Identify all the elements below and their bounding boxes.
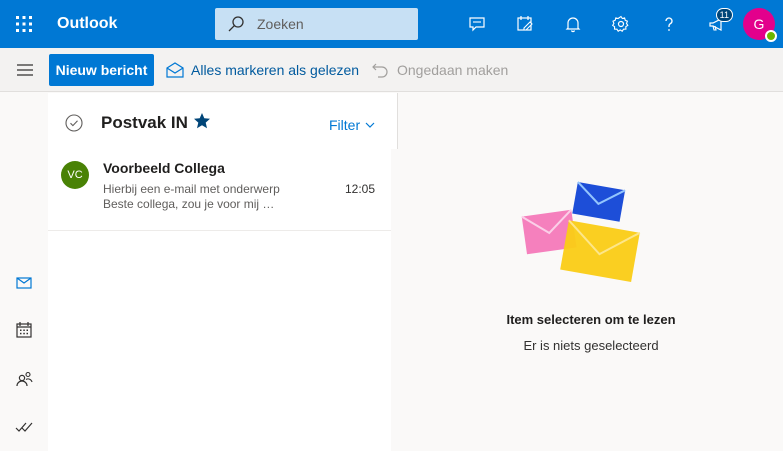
top-bar: Outlook Zoeken 11 G	[0, 0, 783, 48]
search-icon	[228, 16, 244, 32]
presence-indicator	[765, 30, 777, 42]
waffle-icon	[16, 16, 32, 32]
notification-badge: 11	[715, 8, 733, 22]
settings-icon	[612, 15, 629, 32]
app-rail	[0, 93, 48, 451]
chat-button[interactable]	[453, 0, 501, 48]
rail-calendar-button[interactable]	[0, 310, 48, 350]
reading-pane: Item selecteren om te lezen Er is niets …	[399, 93, 783, 451]
folder-title: Postvak IN	[101, 113, 188, 132]
command-bar: Nieuw bericht Alles markeren als gelezen…	[0, 48, 783, 92]
sender-avatar: VC	[61, 161, 89, 189]
search-placeholder[interactable]: Zoeken	[257, 16, 304, 32]
help-icon	[665, 17, 673, 31]
mark-all-read-button[interactable]: Alles markeren als gelezen	[166, 60, 359, 80]
reading-pane-title: Item selecteren om te lezen	[506, 312, 676, 327]
settings-button[interactable]	[597, 0, 645, 48]
undo-label: Ongedaan maken	[397, 62, 509, 78]
filter-label: Filter	[329, 117, 361, 133]
help-button[interactable]	[645, 0, 693, 48]
todo-icon	[517, 16, 533, 31]
envelope-open-icon	[166, 62, 184, 78]
calendar-icon	[16, 322, 32, 338]
chat-icon	[469, 17, 485, 32]
scrollbar[interactable]	[391, 149, 398, 451]
avatar-initial: G	[753, 16, 765, 32]
sender-name: Voorbeeld Collega	[103, 160, 225, 176]
list-item[interactable]: VC Voorbeeld Collega Hierbij een e-mail …	[48, 149, 391, 231]
rail-tasks-button[interactable]	[0, 406, 48, 446]
new-message-button[interactable]: Nieuw bericht	[49, 54, 154, 86]
header-actions: 11 G	[453, 0, 783, 48]
chevron-down-icon	[365, 122, 375, 128]
envelopes-illustration	[521, 181, 641, 283]
message-list-header: Postvak IN Filter	[48, 93, 397, 149]
tasks-icon	[15, 422, 33, 432]
message-time: 12:05	[344, 182, 375, 196]
notifications-button[interactable]	[549, 0, 597, 48]
message-subject: Hierbij een e-mail met onderwerp	[103, 182, 280, 196]
app-title[interactable]: Outlook	[57, 15, 205, 33]
whats-new-button[interactable]: 11	[693, 0, 741, 48]
bell-icon	[565, 17, 581, 33]
hamburger-icon	[17, 64, 33, 76]
message-list-pane: Postvak IN Filter VC Voorbeeld Collega H…	[48, 93, 398, 451]
people-icon	[16, 371, 33, 387]
star-icon[interactable]	[193, 112, 211, 130]
todo-button[interactable]	[501, 0, 549, 48]
rail-people-button[interactable]	[0, 359, 48, 399]
filter-button[interactable]: Filter	[329, 117, 375, 133]
mail-icon	[16, 277, 32, 289]
check-circle-icon[interactable]	[65, 114, 83, 132]
rail-mail-button[interactable]	[0, 263, 48, 303]
reading-pane-subtitle: Er is niets geselecteerd	[523, 338, 659, 353]
undo-button[interactable]: Ongedaan maken	[372, 60, 508, 80]
account-avatar[interactable]: G	[743, 8, 777, 42]
navigation-toggle-button[interactable]	[14, 60, 36, 80]
search-box[interactable]: Zoeken	[215, 8, 418, 40]
message-preview: Beste collega, zou je voor mij …	[103, 197, 275, 211]
mark-all-read-label: Alles markeren als gelezen	[191, 62, 360, 78]
app-launcher-button[interactable]	[0, 0, 48, 48]
undo-icon	[372, 63, 388, 78]
